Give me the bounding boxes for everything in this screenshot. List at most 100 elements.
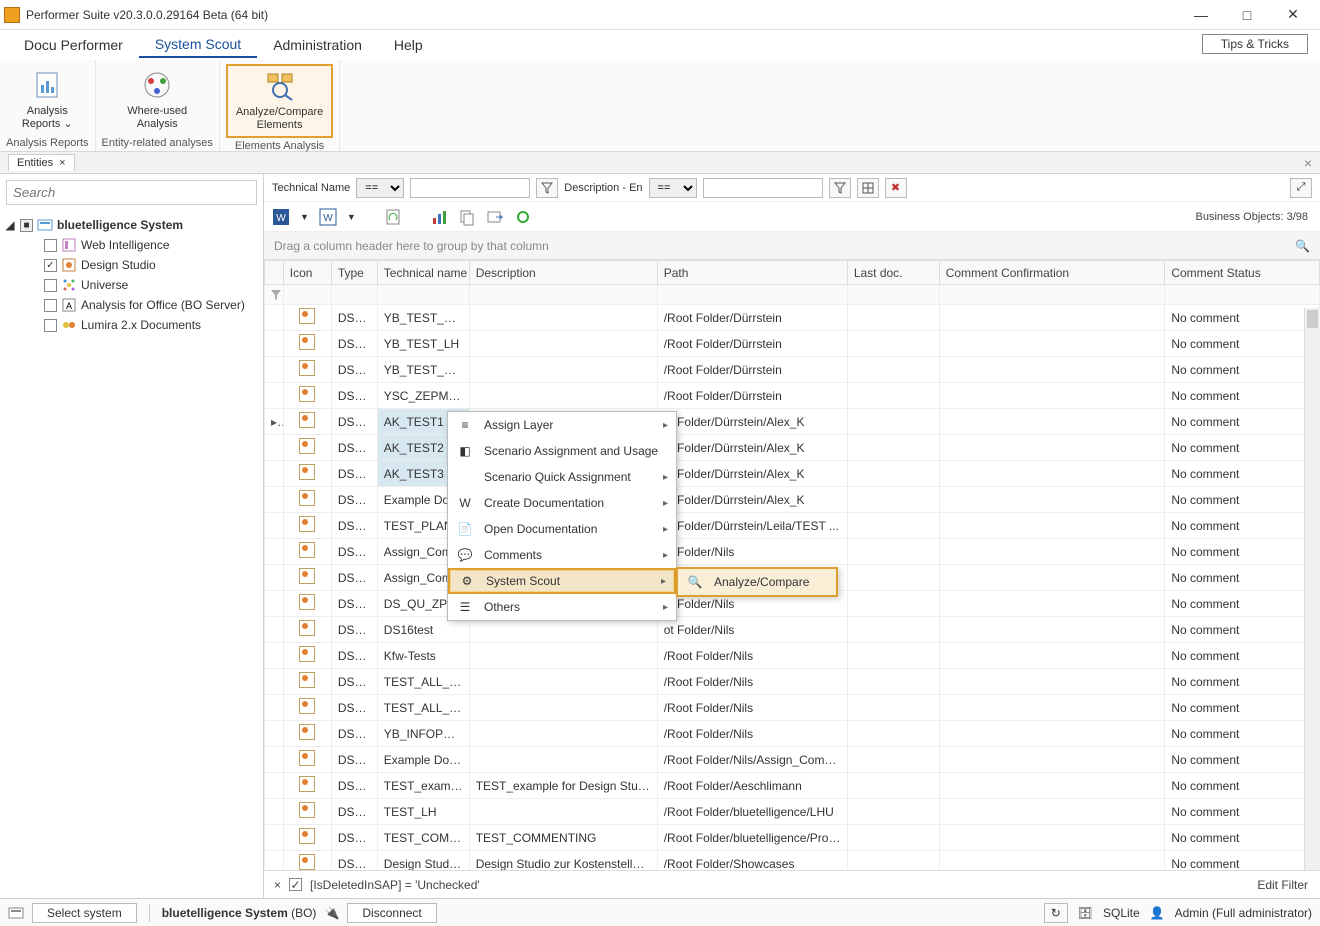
menu-docu-performer[interactable]: Docu Performer [8,33,139,57]
tree-item[interactable]: ✓Design Studio [0,255,263,275]
search-input[interactable] [6,180,257,205]
filter-icon[interactable] [536,178,558,198]
col-path[interactable]: Path [657,261,847,285]
context-menu-item[interactable]: WCreate Documentation▸ [448,490,676,516]
tree-root[interactable]: ◢ ■ bluetelligence System [0,215,263,235]
col-last[interactable]: Last doc. [847,261,939,285]
tree-item[interactable]: Lumira 2.x Documents [0,315,263,335]
refresh-doc-icon[interactable] [384,208,402,226]
checkbox[interactable] [44,299,57,312]
chart-icon[interactable] [430,208,448,226]
word-export-icon[interactable]: W [272,208,290,226]
filter-checkbox[interactable]: ✓ [289,878,302,891]
table-row[interactable]: DSBOTEST_LH/Root Folder/bluetelligence/L… [265,799,1320,825]
cell-path: /Root Folder/Nils [657,721,847,747]
minimize-button[interactable]: — [1178,1,1224,29]
col-status[interactable]: Comment Status [1165,261,1320,285]
tree-item[interactable]: Universe [0,275,263,295]
desc-op-select[interactable]: == [649,178,697,198]
table-row[interactable]: DSBODesign Studio z...Design Studio zur … [265,851,1320,871]
filter-icon-2[interactable] [829,178,851,198]
context-menu-item[interactable]: ◧Scenario Assignment and Usage [448,438,676,464]
context-menu-item[interactable]: 💬Comments▸ [448,542,676,568]
table-row[interactable]: DSBOKfw-Tests/Root Folder/NilsNo comment [265,643,1320,669]
table-row[interactable]: DSBOAK_TEST2ot Folder/Dürrstein/Alex_KNo… [265,435,1320,461]
filter-indicator[interactable] [265,285,284,305]
col-confirm[interactable]: Comment Confirmation [939,261,1165,285]
table-row[interactable]: DSBOExample Docot Folder/Dürrstein/Alex_… [265,487,1320,513]
row-indicator [265,773,284,799]
checkbox[interactable]: ■ [20,219,33,232]
col-icon[interactable]: Icon [283,261,331,285]
table-row[interactable]: DSBOTEST_exampleTEST_example for Design … [265,773,1320,799]
table-row[interactable]: DSBOAK_TEST1ot Folder/Dürrstein/Alex_KNo… [265,409,1320,435]
word-icon-2[interactable]: W [319,208,337,226]
expand-icon[interactable]: ⤢ [1290,178,1312,198]
tips-tricks-button[interactable]: Tips & Tricks [1202,34,1308,54]
table-row[interactable]: DSBOYB_TEST_ZOHO/Root Folder/DürrsteinNo… [265,357,1320,383]
close-button[interactable]: ✕ [1270,1,1316,29]
menu-administration[interactable]: Administration [257,33,378,57]
table-row[interactable]: DSBOYB_INFOPROV.../Root Folder/NilsNo co… [265,721,1320,747]
tech-value-input[interactable] [410,178,530,198]
maximize-button[interactable]: □ [1224,1,1270,29]
checkbox[interactable] [44,239,57,252]
arrow-icon[interactable] [486,208,504,226]
context-menu-item[interactable]: ☰Others▸ [448,594,676,620]
caret-icon[interactable]: ◢ [4,218,16,232]
sync-icon[interactable] [514,208,532,226]
col-desc[interactable]: Description [469,261,657,285]
where-used-button[interactable]: Where-used Analysis [119,65,195,135]
context-menu-item[interactable]: Scenario Quick Assignment▸ [448,464,676,490]
group-header[interactable]: Drag a column header here to group by th… [264,232,1320,260]
filter-row[interactable] [265,285,1320,305]
col-type[interactable]: Type [331,261,377,285]
menu-system-scout[interactable]: System Scout [139,32,257,58]
col-indicator[interactable] [265,261,284,285]
col-tech[interactable]: Technical name [377,261,469,285]
submenu-analyze-compare[interactable]: 🔍 Analyze/Compare [678,569,836,595]
table-row[interactable]: DSBOYB_TEST_LH/Root Folder/DürrsteinNo c… [265,331,1320,357]
entities-tab[interactable]: Entities × [8,154,75,171]
cell-path: ot Folder/Nils [657,617,847,643]
cell-path: /Root Folder/Nils [657,695,847,721]
status-refresh-icon[interactable]: ↻ [1044,903,1068,923]
select-system-button[interactable]: Select system [32,903,137,923]
clear-filter-icon[interactable]: ✖ [885,178,907,198]
copy-icon[interactable] [458,208,476,226]
tree-item[interactable]: AAnalysis for Office (BO Server) [0,295,263,315]
dropdown-icon[interactable]: ▼ [300,212,309,222]
tab-close-icon[interactable]: × [59,157,65,169]
dropdown-icon-2[interactable]: ▼ [347,212,356,222]
context-menu-item[interactable]: ≡Assign Layer▸ [448,412,676,438]
table-row[interactable]: DSBOExample Docu.../Root Folder/Nils/Ass… [265,747,1320,773]
checkbox[interactable] [44,279,57,292]
table-row[interactable]: DSBOYSC_ZEPM001/Root Folder/DürrsteinNo … [265,383,1320,409]
tree-item[interactable]: Web Intelligence [0,235,263,255]
table-row[interactable]: DSBOTEST_PLANNot Folder/Dürrstein/Leila/… [265,513,1320,539]
clear-filter-x[interactable]: × [274,878,281,892]
analysis-reports-button[interactable]: Analysis Reports ⌄ [14,65,81,135]
table-row[interactable]: DSBOTEST_ALL_CO.../Root Folder/NilsNo co… [265,695,1320,721]
tech-op-select[interactable]: == [356,178,404,198]
disconnect-button[interactable]: Disconnect [347,903,436,923]
grid-icon[interactable] [857,178,879,198]
menu-help[interactable]: Help [378,33,439,57]
table-row[interactable]: DSBOYB_TEST_GRAPH/Root Folder/DürrsteinN… [265,305,1320,331]
tabstrip-close-icon[interactable]: × [1304,155,1312,171]
vertical-scrollbar[interactable] [1304,308,1320,870]
table-row[interactable]: DSBODS16testot Folder/NilsNo comment [265,617,1320,643]
checkbox[interactable]: ✓ [44,259,57,272]
context-menu-item[interactable]: 📄Open Documentation▸ [448,516,676,542]
context-menu-item[interactable]: ⚙System Scout▸ [448,568,676,594]
edit-filter-link[interactable]: Edit Filter [1257,878,1308,892]
table-row[interactable]: DSBOAK_TEST3ot Folder/Dürrstein/Alex_KNo… [265,461,1320,487]
systems-icon[interactable] [8,905,24,921]
checkbox[interactable] [44,319,57,332]
table-row[interactable]: DSBOTEST_ALL_CO.../Root Folder/NilsNo co… [265,669,1320,695]
table-row[interactable]: DSBOTEST_COMME...TEST_COMMENTING/Root Fo… [265,825,1320,851]
search-icon[interactable]: 🔍 [1295,239,1310,253]
analyze-compare-elements-button[interactable]: Analyze/Compare Elements [226,64,333,138]
table-row[interactable]: DSBOAssign_Comot Folder/NilsNo comment [265,539,1320,565]
desc-value-input[interactable] [703,178,823,198]
